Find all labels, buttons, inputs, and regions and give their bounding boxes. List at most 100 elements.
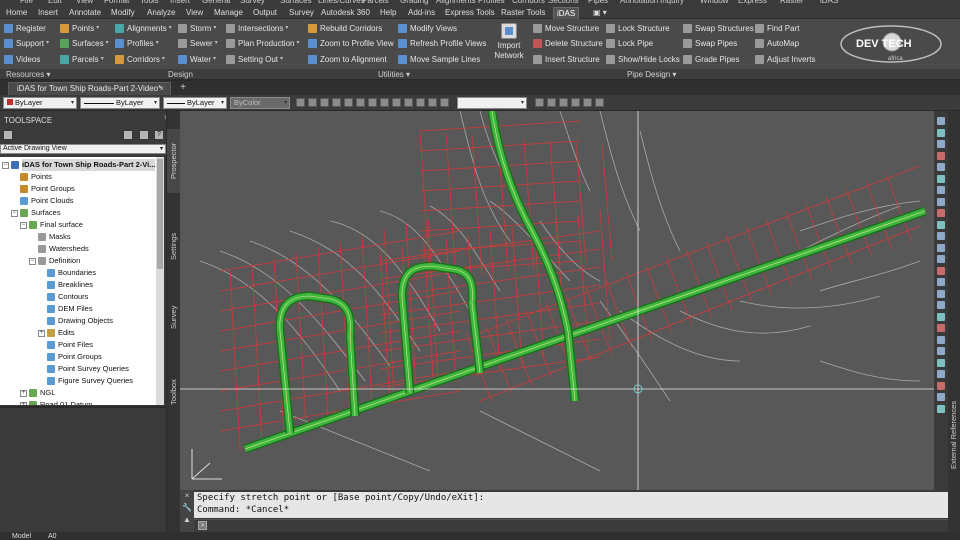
plan-production-button[interactable]: Plan Production ▾ xyxy=(226,37,300,50)
layer-match-icon[interactable] xyxy=(368,98,377,107)
find-part-button[interactable]: Find Part xyxy=(755,22,799,35)
nav-tool-icon[interactable] xyxy=(937,197,945,206)
ribbon-tab-raster-tools[interactable]: Raster Tools xyxy=(498,7,548,19)
surfaces-button[interactable]: Surfaces ▾ xyxy=(60,37,109,50)
menu-item-survey[interactable]: Survey xyxy=(240,0,265,5)
register-button[interactable]: Register xyxy=(4,22,46,35)
tree-item[interactable]: Drawing Objects xyxy=(38,315,113,327)
move-sample-lines-button[interactable]: Move Sample Lines xyxy=(398,53,480,66)
menu-item-alignments[interactable]: Alignments xyxy=(436,0,476,5)
setting-out-button[interactable]: Setting Out ▾ xyxy=(226,53,283,66)
ribbon-tab-express-tools[interactable]: Express Tools xyxy=(442,7,498,19)
menu-item-parcels[interactable]: Parcels xyxy=(362,0,389,5)
nav-tool-icon[interactable] xyxy=(937,404,945,413)
tree-item[interactable]: + NGL xyxy=(20,387,55,399)
swap-pipes-button[interactable]: Swap Pipes xyxy=(683,37,737,50)
expand-icon[interactable]: + xyxy=(20,401,27,405)
menu-item-raster[interactable]: Raster xyxy=(780,0,804,5)
nav-tool-icon[interactable] xyxy=(937,370,945,378)
points-button[interactable]: Points ▾ xyxy=(60,22,99,35)
layer-isolate-icon[interactable] xyxy=(320,98,329,107)
collapse-icon[interactable]: − xyxy=(2,161,9,169)
corridors-button[interactable]: Corridors ▾ xyxy=(115,53,165,66)
alignments-button[interactable]: Alignments ▾ xyxy=(115,22,172,35)
menu-item-edit[interactable]: Edit xyxy=(48,0,62,5)
menu-item-profiles[interactable]: Profiles xyxy=(478,0,505,5)
intersections-button[interactable]: Intersections ▾ xyxy=(226,22,288,35)
palette-icon[interactable] xyxy=(583,98,592,107)
menu-item-view[interactable]: View xyxy=(76,0,93,5)
layer-change-icon[interactable] xyxy=(428,98,437,107)
tab-a0[interactable]: A0 xyxy=(48,532,57,540)
menu-item-annotation[interactable]: Annotation xyxy=(620,0,658,5)
nav-tool-icon[interactable] xyxy=(937,278,945,286)
nav-tool-icon[interactable] xyxy=(937,209,945,217)
tree-item[interactable]: − Final surface xyxy=(20,219,83,231)
menu-item-express[interactable]: Express xyxy=(738,0,767,5)
layer-tool-icon[interactable] xyxy=(535,98,544,107)
nav-tool-icon[interactable] xyxy=(937,243,945,252)
menu-item-pipes[interactable]: Pipes xyxy=(588,0,608,5)
tree-item[interactable]: Point Survey Queries xyxy=(38,363,129,375)
nav-tool-icon[interactable] xyxy=(937,117,945,125)
insert-structure-button[interactable]: Insert Structure xyxy=(533,53,600,66)
command-input[interactable]: > xyxy=(194,519,948,531)
tab-model[interactable]: Model xyxy=(12,532,31,540)
adjust-inverts-button[interactable]: Adjust Inverts xyxy=(755,53,815,66)
layer-freeze-icon[interactable] xyxy=(344,98,353,107)
ribbon-tab-manage[interactable]: Manage xyxy=(211,7,246,19)
nav-tool-icon[interactable] xyxy=(937,232,945,240)
grade-pipes-button[interactable]: Grade Pipes xyxy=(683,53,739,66)
tree-item[interactable]: + Edits xyxy=(38,327,75,339)
help-icon[interactable]: ? xyxy=(155,131,163,139)
ribbon-tab-view[interactable]: View xyxy=(183,7,206,19)
ribbon-tab-annotate[interactable]: Annotate xyxy=(66,7,104,19)
layer-off-icon[interactable] xyxy=(332,98,341,107)
nav-tool-icon[interactable] xyxy=(937,301,945,309)
tree-item[interactable]: Point Files xyxy=(38,339,93,351)
tree-item[interactable]: Breaklines xyxy=(38,279,93,291)
delete-structure-button[interactable]: Delete Structure xyxy=(533,37,603,50)
settings-icon[interactable] xyxy=(595,98,604,107)
tree-item[interactable]: Figure Survey Queries xyxy=(38,375,133,387)
menu-item-file[interactable]: File xyxy=(20,0,33,5)
menu-item-idas[interactable]: iDAS xyxy=(820,0,838,5)
menu-item-grading[interactable]: Grading xyxy=(400,0,428,5)
rebuild-corridors-button[interactable]: Rebuild Corridors xyxy=(308,22,382,35)
layer-dropdown[interactable]: ByLayer ▾ xyxy=(3,97,77,109)
panel-title-pipe-design[interactable]: Pipe Design ▾ xyxy=(627,69,676,80)
tree-item[interactable]: − iDAS for Town Ship Roads-Part 2-Vi... xyxy=(2,159,156,171)
drawing-canvas[interactable] xyxy=(180,111,934,490)
nav-tool-icon[interactable] xyxy=(937,174,945,183)
close-icon[interactable]: × xyxy=(159,83,164,95)
tab-prospector[interactable]: Prospector xyxy=(167,129,181,193)
nav-tool-icon[interactable] xyxy=(937,393,945,401)
import-network-button[interactable]: Import Network xyxy=(490,21,528,67)
menu-item-window[interactable]: Window xyxy=(700,0,728,5)
layer-lock-icon[interactable] xyxy=(356,98,365,107)
tree-item[interactable]: − Definition xyxy=(29,255,80,267)
menu-item-format[interactable]: Format xyxy=(104,0,129,5)
color-icon[interactable] xyxy=(571,98,580,107)
nav-tool-icon[interactable] xyxy=(937,381,945,390)
layer-delete-icon[interactable] xyxy=(416,98,425,107)
nav-tool-icon[interactable] xyxy=(937,255,945,263)
show-hide-locks-button[interactable]: Show/Hide Locks xyxy=(606,53,680,66)
lock-icon[interactable] xyxy=(559,98,568,107)
tree-item[interactable]: Boundaries xyxy=(38,267,96,279)
pin-icon[interactable] xyxy=(124,131,132,139)
layer-state-dropdown[interactable]: ▾ xyxy=(457,97,527,109)
menu-item-general[interactable]: General xyxy=(202,0,230,5)
nav-tool-icon[interactable] xyxy=(937,358,945,367)
chevron-up-icon[interactable]: ▲ xyxy=(180,514,194,526)
tab-survey[interactable]: Survey xyxy=(167,297,181,337)
ribbon-tab-modify[interactable]: Modify xyxy=(108,7,138,19)
tree-item[interactable]: + Road 01 Datum xyxy=(20,399,93,405)
nav-tool-icon[interactable] xyxy=(937,289,945,298)
tree-item[interactable]: Point Groups xyxy=(11,183,75,195)
tree-item[interactable]: Point Clouds xyxy=(11,195,74,207)
automap-button[interactable]: AutoMap xyxy=(755,37,799,50)
ribbon-tab-idas[interactable]: iDAS xyxy=(553,7,580,19)
nav-tool-icon[interactable] xyxy=(937,335,945,344)
expand-icon[interactable]: + xyxy=(38,329,45,337)
